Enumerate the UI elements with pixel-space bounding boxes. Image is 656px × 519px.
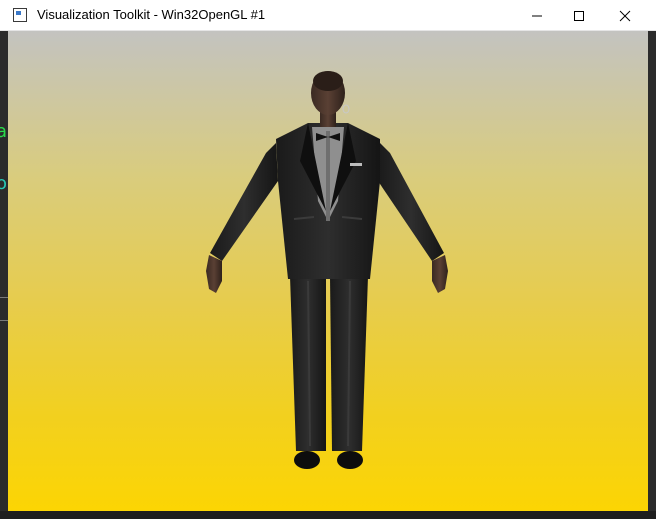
close-button[interactable] [602,0,648,31]
minimize-icon [532,15,542,16]
render-viewport[interactable] [8,31,648,511]
left-window-border: a o [0,31,10,519]
vtk-render-window: Visualization Toolkit - Win32OpenGL #1 a… [0,0,656,519]
background-window-text-o: o [0,173,8,194]
bottom-window-border [0,511,656,519]
vtk-app-icon[interactable] [13,8,27,22]
minimize-button[interactable] [514,0,560,31]
maximize-icon [574,10,584,21]
suit-jacket [276,123,380,279]
head [311,71,350,127]
trousers [290,276,368,451]
character-model[interactable] [8,31,648,511]
maximize-button[interactable] [556,0,602,31]
background-window-text-a: a [0,121,8,142]
close-icon [619,10,631,21]
right-window-border [648,31,656,519]
window-title: Visualization Toolkit - Win32OpenGL #1 [37,7,266,22]
title-bar[interactable]: Visualization Toolkit - Win32OpenGL #1 [0,0,656,31]
shoes [294,451,363,469]
